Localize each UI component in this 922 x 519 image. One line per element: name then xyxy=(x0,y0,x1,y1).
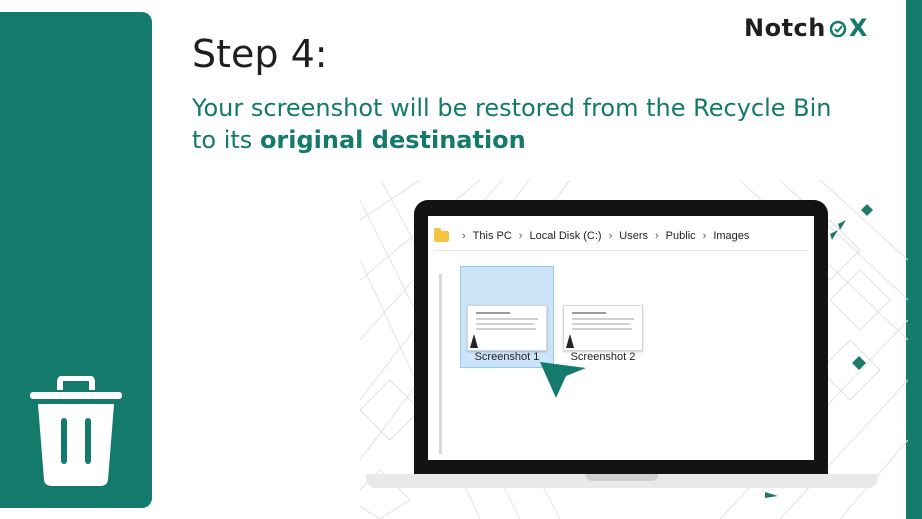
address-bar[interactable]: › This PC › Local Disk (C:) › Users › Pu… xyxy=(434,222,808,251)
chevron-right-icon: › xyxy=(518,230,523,242)
subtitle-emphasis: original destination xyxy=(259,126,526,154)
clock-check-icon xyxy=(829,20,847,38)
file-thumbnail xyxy=(467,305,547,351)
logo-x: X xyxy=(848,14,868,42)
breadcrumb-public[interactable]: Public xyxy=(666,230,696,242)
file-screenshot-1[interactable]: Screenshot 1 xyxy=(460,266,554,368)
file-explorer-window: › This PC › Local Disk (C:) › Users › Pu… xyxy=(428,216,814,460)
brand-logo: Notch X xyxy=(744,14,868,42)
cursor-arrow-icon xyxy=(540,362,586,398)
folder-icon xyxy=(434,227,449,242)
vertical-scrollbar[interactable] xyxy=(439,274,442,454)
chevron-right-icon: › xyxy=(655,230,659,242)
chevron-right-icon: › xyxy=(462,230,466,242)
trash-icon xyxy=(30,376,122,486)
breadcrumb-users[interactable]: Users xyxy=(619,230,648,242)
breadcrumb-images[interactable]: Images xyxy=(713,230,749,242)
slide-subtitle: Your screenshot will be restored from th… xyxy=(192,92,832,156)
chevron-right-icon: › xyxy=(608,230,613,242)
laptop-notch xyxy=(586,474,658,481)
laptop-base xyxy=(366,474,878,488)
right-accent-strip xyxy=(906,0,922,519)
laptop-frame: › This PC › Local Disk (C:) › Users › Pu… xyxy=(414,200,828,474)
logo-text: Notch xyxy=(744,14,826,42)
chevron-right-icon: › xyxy=(702,230,707,242)
side-panel xyxy=(0,12,152,508)
file-screenshot-2[interactable]: Screenshot 2 xyxy=(556,266,650,368)
breadcrumb-this-pc[interactable]: This PC xyxy=(473,230,512,242)
slide-title: Step 4: xyxy=(192,32,328,76)
file-thumbnail xyxy=(563,305,643,351)
breadcrumb-local-disk[interactable]: Local Disk (C:) xyxy=(529,230,601,242)
